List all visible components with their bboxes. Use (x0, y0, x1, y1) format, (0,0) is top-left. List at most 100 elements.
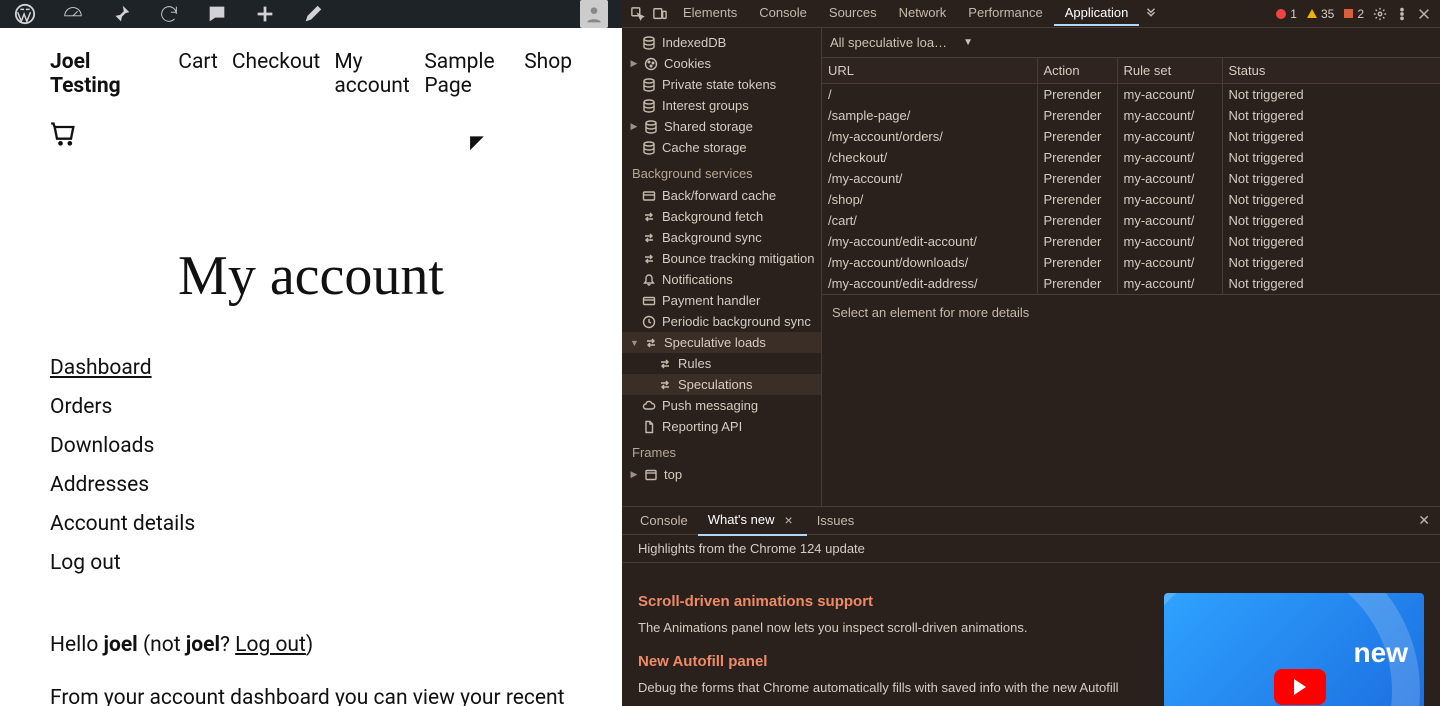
table-row[interactable]: /checkout/Prerendermy-account/Not trigge… (822, 147, 1440, 168)
comment-icon[interactable] (206, 3, 228, 25)
drawer-tab-what-s-new[interactable]: What's new× (698, 506, 807, 536)
bell-icon (642, 273, 656, 287)
close-drawer-icon[interactable]: ✕ (1414, 510, 1434, 531)
refresh-icon[interactable] (158, 3, 180, 25)
account-nav-downloads[interactable]: Downloads (50, 434, 572, 458)
account-nav-log-out[interactable]: Log out (50, 551, 572, 575)
devtools-tab-performance[interactable]: Performance (957, 1, 1053, 26)
chevron-down-icon: ▼ (963, 37, 973, 48)
tree-item-interest-groups[interactable]: Interest groups (622, 95, 821, 116)
disclosure-triangle-icon[interactable]: ▶ (630, 58, 638, 69)
disclosure-triangle-icon[interactable]: ▶ (630, 121, 638, 132)
more-tabs-icon[interactable] (1141, 4, 1161, 24)
tree-item-reporting-api[interactable]: Reporting API (622, 416, 821, 437)
cell-url: /cart/ (822, 210, 1037, 231)
issue-count[interactable]: 2 (1344, 7, 1364, 21)
tree-item-top[interactable]: ▶top (622, 464, 821, 485)
tree-item-shared-storage[interactable]: ▶Shared storage (622, 116, 821, 137)
col-action[interactable]: Action (1037, 58, 1117, 84)
devtools-tab-sources[interactable]: Sources (818, 1, 888, 26)
tree-item-push-messaging[interactable]: Push messaging (622, 395, 821, 416)
nav-checkout[interactable]: Checkout (232, 50, 320, 98)
tree-item-indexeddb[interactable]: IndexedDB (622, 32, 821, 53)
table-row[interactable]: /my-account/edit-account/Prerendermy-acc… (822, 231, 1440, 252)
gauge-icon[interactable] (62, 3, 84, 25)
tree-item-rules[interactable]: Rules (622, 353, 821, 374)
tree-item-cache-storage[interactable]: Cache storage (622, 137, 821, 158)
arrows-icon (642, 210, 656, 224)
account-nav-orders[interactable]: Orders (50, 395, 572, 419)
table-row[interactable]: /cart/Prerendermy-account/Not triggered (822, 210, 1440, 231)
gear-icon[interactable] (1370, 4, 1390, 24)
nav-shop[interactable]: Shop (524, 50, 572, 98)
devtools-tab-console[interactable]: Console (748, 1, 818, 26)
warning-count[interactable]: 35 (1307, 7, 1334, 21)
greeting-hello: Hello (50, 633, 104, 657)
user-avatar[interactable] (580, 0, 608, 28)
kebab-icon[interactable] (1392, 4, 1412, 24)
cell-url: /checkout/ (822, 147, 1037, 168)
cell-action: Prerender (1037, 210, 1117, 231)
pin-icon[interactable] (110, 3, 132, 25)
close-tab-icon[interactable]: × (781, 510, 797, 530)
warning-count-value: 35 (1321, 7, 1334, 21)
logout-link[interactable]: Log out (235, 633, 306, 657)
table-row[interactable]: /Prerendermy-account/Not triggered (822, 84, 1440, 106)
table-row[interactable]: /shop/Prerendermy-account/Not triggered (822, 189, 1440, 210)
account-nav-account-details[interactable]: Account details (50, 512, 572, 536)
inspect-icon[interactable] (628, 4, 648, 24)
close-devtools-icon[interactable] (1414, 4, 1434, 24)
account-nav-dashboard[interactable]: Dashboard (50, 356, 572, 380)
nav-cart[interactable]: Cart (178, 50, 218, 98)
cell-url: /my-account/downloads/ (822, 252, 1037, 273)
nav-sample-page[interactable]: Sample Page (424, 50, 510, 98)
wordpress-logo-icon[interactable] (14, 3, 36, 25)
tree-item-bounce-tracking-mitigation[interactable]: Bounce tracking mitigation (622, 248, 821, 269)
disclosure-triangle-icon[interactable]: ▶ (630, 469, 638, 480)
tree-item-private-state-tokens[interactable]: Private state tokens (622, 74, 821, 95)
disclosure-triangle-icon[interactable]: ▼ (630, 338, 638, 348)
table-row[interactable]: /my-account/edit-address/Prerendermy-acc… (822, 273, 1440, 294)
cart-icon[interactable] (50, 133, 78, 152)
tree-item-notifications[interactable]: Notifications (622, 269, 821, 290)
col-url[interactable]: URL (822, 58, 1037, 84)
nav-my-account[interactable]: My account (334, 50, 410, 98)
tree-item-speculative-loads[interactable]: ▼Speculative loads (622, 332, 821, 353)
devtools-drawer: ConsoleWhat's new×Issues ✕ Highlights fr… (622, 506, 1440, 706)
tree-item-speculations[interactable]: Speculations (622, 374, 821, 395)
site-title[interactable]: Joel Testing (50, 50, 148, 98)
table-row[interactable]: /my-account/downloads/Prerendermy-accoun… (822, 252, 1440, 273)
cell-action: Prerender (1037, 105, 1117, 126)
account-nav-addresses[interactable]: Addresses (50, 473, 572, 497)
error-count[interactable]: 1 (1276, 7, 1297, 21)
filter-select[interactable]: All speculative loa… ▼ (830, 35, 973, 50)
whats-new-video[interactable]: new (1164, 593, 1424, 706)
cell-status: Not triggered (1222, 189, 1440, 210)
cell-action: Prerender (1037, 126, 1117, 147)
table-row[interactable]: /sample-page/Prerendermy-account/Not tri… (822, 105, 1440, 126)
tree-item-background-sync[interactable]: Background sync (622, 227, 821, 248)
edit-icon[interactable] (302, 3, 324, 25)
account-welcome: Hello joel (not joel? Log out) From your… (0, 575, 622, 706)
tree-item-cookies[interactable]: ▶Cookies (622, 53, 821, 74)
tree-item-background-fetch[interactable]: Background fetch (622, 206, 821, 227)
detail-placeholder: Select an element for more details (822, 294, 1440, 506)
drawer-tab-issues[interactable]: Issues (807, 506, 865, 536)
tree-item-back-forward-cache[interactable]: Back/forward cache (622, 185, 821, 206)
col-rule-set[interactable]: Rule set (1117, 58, 1222, 84)
drawer-tab-console[interactable]: Console (630, 506, 698, 536)
devtools-tab-application[interactable]: Application (1054, 1, 1140, 26)
table-row[interactable]: /my-account/orders/Prerendermy-account/N… (822, 126, 1440, 147)
tree-item-periodic-background-sync[interactable]: Periodic background sync (622, 311, 821, 332)
table-row[interactable]: /my-account/Prerendermy-account/Not trig… (822, 168, 1440, 189)
devtools-tab-network[interactable]: Network (888, 1, 958, 26)
issue-count-value: 2 (1357, 7, 1364, 21)
cell-status: Not triggered (1222, 273, 1440, 294)
device-toggle-icon[interactable] (650, 4, 670, 24)
col-status[interactable]: Status (1222, 58, 1440, 84)
plus-icon[interactable] (254, 3, 276, 25)
tree-item-payment-handler[interactable]: Payment handler (622, 290, 821, 311)
cookie-icon (644, 57, 658, 71)
devtools-tab-elements[interactable]: Elements (672, 1, 748, 26)
db-icon (642, 99, 656, 113)
